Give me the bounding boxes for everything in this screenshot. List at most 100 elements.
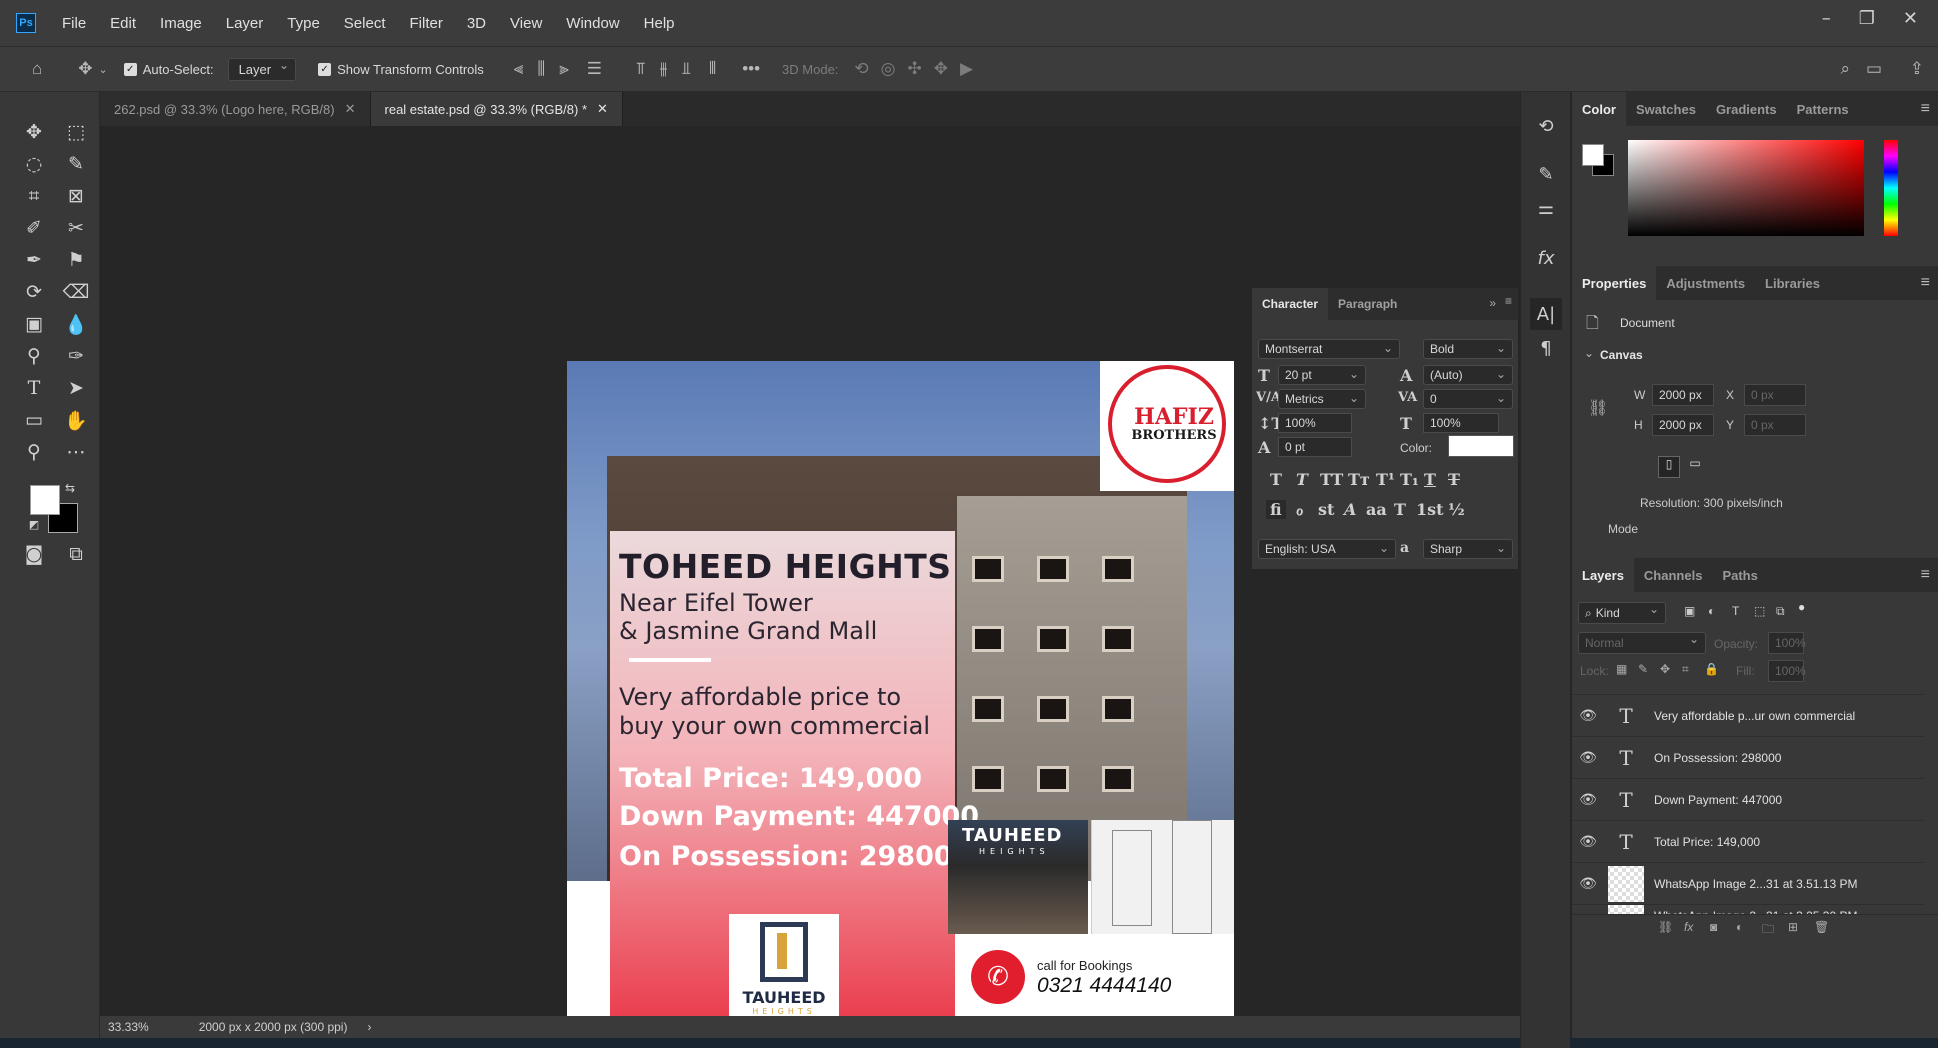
menu-file[interactable]: File (50, 15, 98, 32)
brushes-icon[interactable]: ✎ (1530, 158, 1562, 190)
stamp-tool-icon[interactable]: ⚑ (60, 246, 92, 274)
zoom-level[interactable]: 33.33% (108, 1020, 149, 1034)
align-middle-icon[interactable]: ⫵ (660, 59, 668, 79)
menu-view[interactable]: View (498, 15, 554, 32)
tab-gradients[interactable]: Gradients (1706, 92, 1787, 126)
tab-color[interactable]: Color (1572, 92, 1626, 126)
tab-swatches[interactable]: Swatches (1626, 92, 1706, 126)
foreground-color-swatch[interactable] (30, 485, 60, 515)
workspace-icon[interactable]: ▭ (1866, 59, 1882, 79)
lock-all-icon[interactable]: 🔒 (1704, 662, 1719, 676)
visibility-eye-icon[interactable]: 👁 (1572, 749, 1604, 766)
fill-field[interactable]: 100% (1768, 660, 1806, 682)
filter-smart-object-icon[interactable]: ⧉ (1776, 604, 1785, 619)
subscript-icon[interactable]: T₁ (1400, 470, 1419, 489)
minimize-icon[interactable]: – (1822, 8, 1831, 29)
brush-tool-icon[interactable]: ✒ (18, 246, 50, 274)
3d-camera-icon[interactable]: ▶ (960, 59, 973, 79)
3d-orbit-icon[interactable]: ⟲ (854, 59, 868, 79)
artboard[interactable]: HAFIZ BROTHERS TOHEED HEIGHTS Near Eifel… (567, 361, 1234, 1028)
more-tools-icon[interactable]: ⋯ (60, 438, 92, 466)
lock-paint-icon[interactable]: ✎ (1638, 662, 1648, 676)
close-tab-icon[interactable]: ✕ (597, 101, 608, 117)
collapse-icon[interactable]: » (1489, 296, 1496, 310)
more-options-icon[interactable]: ••• (742, 59, 760, 79)
horizontal-scale-field[interactable]: 100% (1423, 413, 1499, 433)
type-tool-icon[interactable]: T (18, 374, 50, 402)
baseline-shift-field[interactable]: 0 pt (1278, 437, 1352, 457)
font-style-select[interactable]: Bold (1423, 339, 1513, 359)
filter-adjustment-icon[interactable]: ◐ (1708, 604, 1715, 618)
tab-paragraph[interactable]: Paragraph (1328, 288, 1407, 320)
patch-tool-icon[interactable]: ✂ (60, 214, 92, 242)
leading-field[interactable]: (Auto) (1423, 365, 1513, 385)
text-color-swatch[interactable] (1448, 435, 1514, 457)
align-right-icon[interactable]: ⫸ (559, 59, 569, 79)
opacity-field[interactable]: 100% (1768, 632, 1806, 654)
old-style-icon[interactable]: ℴ (1296, 500, 1303, 519)
tab-adjustments[interactable]: Adjustments (1656, 266, 1755, 300)
quick-select-tool-icon[interactable]: ✎ (60, 150, 92, 178)
underline-icon[interactable]: T (1424, 470, 1436, 489)
panel-menu-icon[interactable]: ≡ (1921, 274, 1930, 292)
crop-tool-icon[interactable]: ⌗ (18, 182, 50, 210)
filter-shape-icon[interactable]: ⬚ (1754, 604, 1765, 618)
character-icon[interactable]: A| (1530, 298, 1562, 330)
canvas-y-field[interactable]: 0 px (1744, 414, 1806, 436)
layer-row[interactable]: 👁 T On Possession: 298000 (1572, 736, 1924, 778)
move-tool-icon[interactable]: ✥ (78, 59, 92, 79)
marquee-tool-icon[interactable]: ⬚ (60, 118, 92, 146)
rectangle-tool-icon[interactable]: ▭ (18, 406, 50, 434)
font-family-select[interactable]: Montserrat (1258, 339, 1400, 359)
adjustment-layer-icon[interactable]: ◐ (1736, 920, 1743, 934)
close-tab-icon[interactable]: ✕ (345, 101, 356, 117)
strikethrough-icon[interactable]: T (1448, 470, 1460, 489)
faux-italic-icon[interactable]: T (1296, 470, 1308, 489)
quick-mask-icon[interactable]: ◙ (18, 540, 50, 568)
distribute-vertical-icon[interactable]: ⫴ (709, 59, 716, 79)
portrait-orientation-icon[interactable]: ▯ (1658, 456, 1680, 478)
tab-channels[interactable]: Channels (1634, 558, 1713, 592)
align-top-icon[interactable]: ⫪ (636, 59, 646, 79)
blend-mode-select[interactable]: Normal (1578, 632, 1706, 654)
panel-menu-icon[interactable]: ≡ (1921, 100, 1930, 118)
landscape-orientation-icon[interactable]: ▭ (1684, 456, 1706, 478)
color-picker-field[interactable] (1628, 140, 1864, 236)
tab-patterns[interactable]: Patterns (1787, 92, 1859, 126)
frame-tool-icon[interactable]: ⊠ (60, 182, 92, 210)
visibility-eye-icon[interactable]: 👁 (1572, 791, 1604, 808)
zoom-tool-icon[interactable]: ⚲ (18, 438, 50, 466)
visibility-eye-icon[interactable]: 👁 (1572, 833, 1604, 850)
home-icon[interactable]: ⌂ (32, 59, 42, 79)
filter-toggle-icon[interactable]: ● (1798, 600, 1805, 614)
menu-image[interactable]: Image (148, 15, 214, 32)
canvas-width-field[interactable]: 2000 px (1652, 384, 1714, 406)
screen-mode-icon[interactable]: ⧉ (60, 540, 92, 568)
path-select-tool-icon[interactable]: ➤ (60, 374, 92, 402)
visibility-eye-icon[interactable]: 👁 (1572, 875, 1604, 892)
show-transform-checkbox[interactable]: ✓ Show Transform Controls (318, 62, 484, 77)
canvas-area[interactable]: HAFIZ BROTHERS TOHEED HEIGHTS Near Eifel… (100, 126, 1520, 1028)
fractions-icon[interactable]: ½ (1448, 500, 1465, 519)
tab-paths[interactable]: Paths (1712, 558, 1767, 592)
menu-select[interactable]: Select (332, 15, 398, 32)
menu-type[interactable]: Type (275, 15, 332, 32)
close-icon[interactable]: ✕ (1903, 8, 1918, 29)
discretionary-ligatures-icon[interactable]: st (1318, 500, 1334, 519)
menu-filter[interactable]: Filter (398, 15, 455, 32)
status-more-icon[interactable]: › (367, 1020, 371, 1034)
hand-tool-icon[interactable]: ✋ (60, 406, 92, 434)
auto-select-checkbox[interactable]: ✓ Auto-Select: (123, 62, 214, 77)
menu-3d[interactable]: 3D (455, 15, 498, 32)
layer-style-icon[interactable]: fx (1684, 920, 1693, 934)
titling-alternates-icon[interactable]: T (1394, 500, 1406, 519)
chevron-down-icon[interactable]: ⌄ (99, 63, 108, 76)
ordinals-icon[interactable]: 1st (1416, 500, 1444, 519)
eyedropper-tool-icon[interactable]: ✐ (18, 214, 50, 242)
3d-slide-icon[interactable]: ✥ (934, 59, 948, 79)
share-icon[interactable]: ⇪ (1910, 59, 1924, 79)
tab-real-estate-psd[interactable]: real estate.psd @ 33.3% (RGB/8) * ✕ (370, 92, 623, 126)
lasso-tool-icon[interactable]: ◌ (18, 150, 50, 178)
tracking-field[interactable]: 0 (1423, 389, 1513, 409)
new-group-icon[interactable]: 🗀 (1762, 920, 1774, 941)
